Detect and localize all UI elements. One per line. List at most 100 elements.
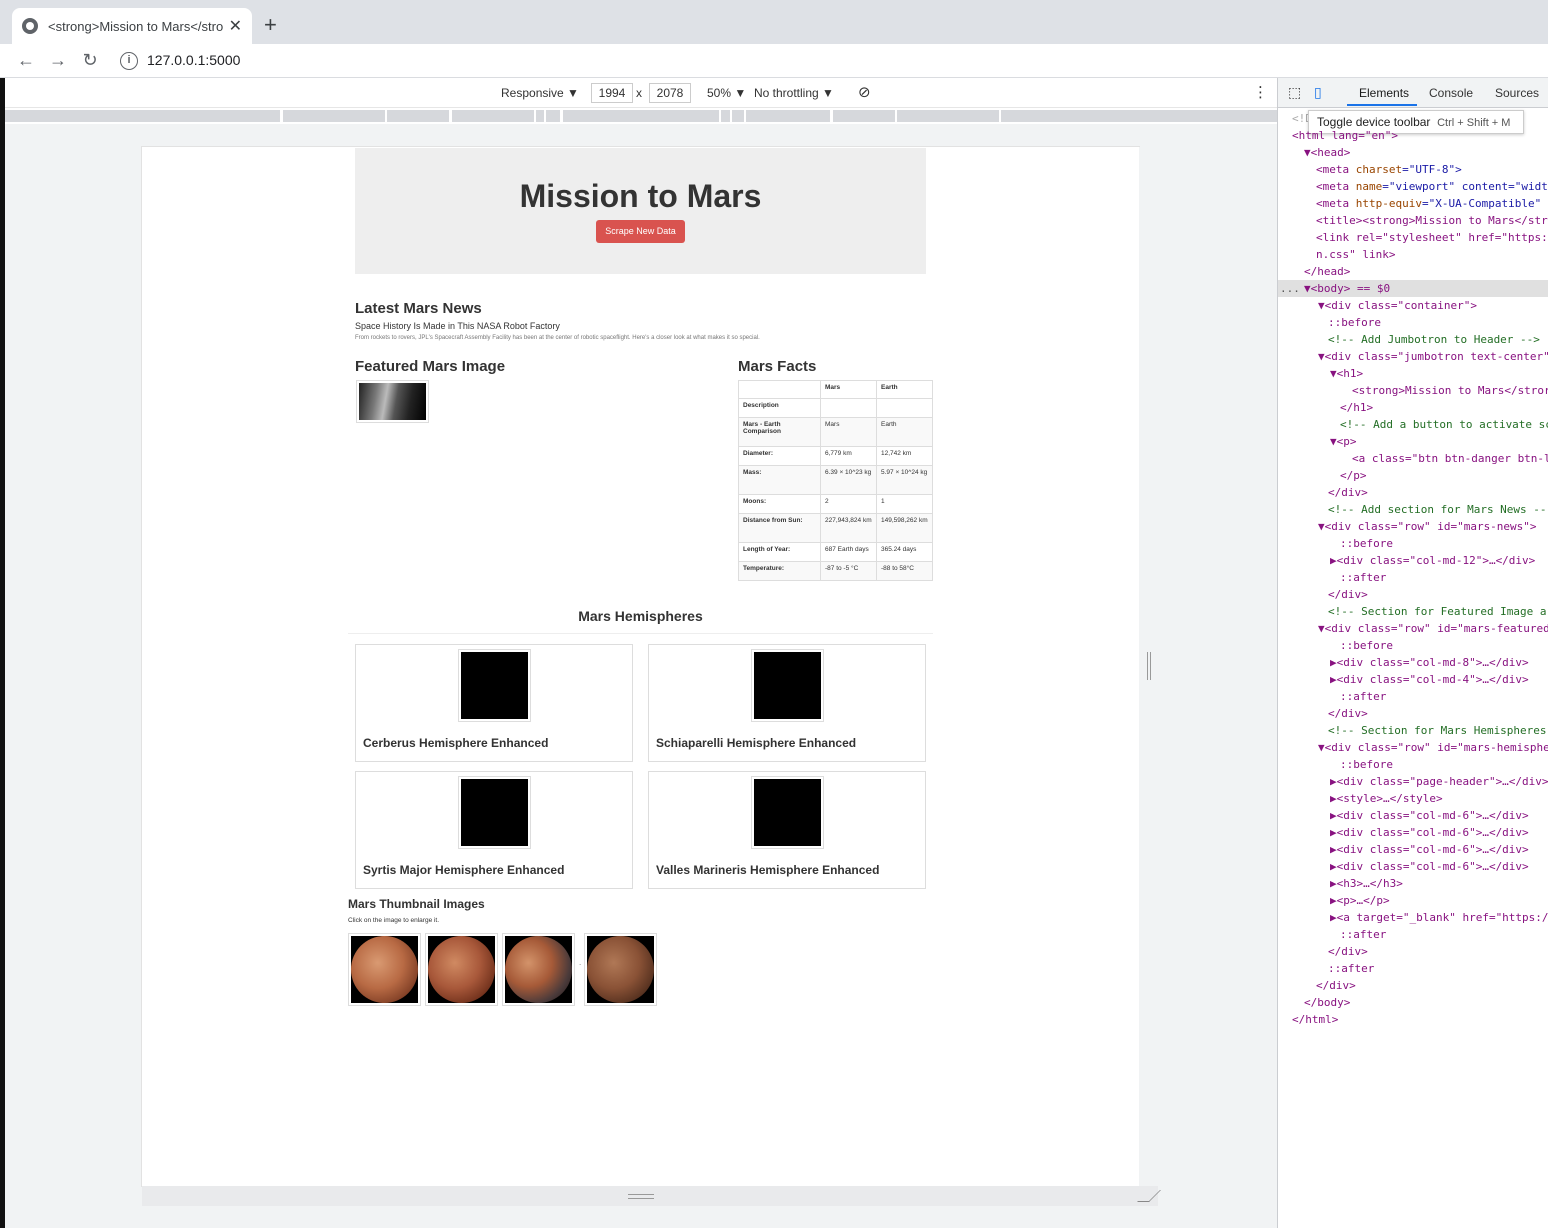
tab-elements[interactable]: Elements [1359,86,1409,100]
dom-line[interactable]: ▶<a target="_blank" href="https:/ [1278,909,1548,926]
device-toggle-icon[interactable]: ▯ [1314,84,1322,101]
dom-line[interactable]: ▼<div class="row" id="mars-featured [1278,620,1548,637]
hemisphere-card[interactable]: Schiaparelli Hemisphere Enhanced [648,644,926,762]
inspect-icon[interactable]: ⬚ [1288,84,1301,101]
hemisphere-caption: Schiaparelli Hemisphere Enhanced [656,736,857,750]
dom-line[interactable]: ▶<div class="col-md-6">…</div> [1278,858,1548,875]
dom-line[interactable]: ▶<div class="col-md-12">…</div> [1278,552,1548,569]
resize-handle-right[interactable] [1147,652,1151,680]
dom-line[interactable]: ▼<body> == $0 [1278,280,1548,297]
throttle-select[interactable]: No throttling ▼ [754,86,834,100]
height-input[interactable]: 2078 [649,83,691,103]
dom-line[interactable]: ▼<div class="jumbotron text-center" [1278,348,1548,365]
dom-line[interactable]: ▼<div class="container"> [1278,297,1548,314]
dom-line[interactable]: ▶<div class="col-md-6">…</div> [1278,824,1548,841]
hemisphere-card[interactable]: Syrtis Major Hemisphere Enhanced [355,771,633,889]
dom-line[interactable]: ▶<div class="col-md-6">…</div> [1278,841,1548,858]
more-options-icon[interactable]: ⋮ [1253,83,1268,101]
dom-line[interactable]: <a class="btn btn-danger btn-l [1278,450,1548,467]
dom-line[interactable]: ::before [1278,637,1548,654]
dom-line[interactable]: </p> [1278,467,1548,484]
dom-line[interactable]: </head> [1278,263,1548,280]
reload-icon[interactable]: ↻ [78,50,102,71]
width-input[interactable]: 1994 [591,83,633,103]
dom-line[interactable]: </h1> [1278,399,1548,416]
dom-line[interactable]: ▼<p> [1278,433,1548,450]
dom-line-text: </div> [1328,588,1368,601]
dom-line-part: <meta [1316,180,1356,193]
forward-icon[interactable]: → [46,50,70,71]
site-info-icon[interactable]: i [120,52,138,70]
dom-line[interactable]: ▶<div class="col-md-4">…</div> [1278,671,1548,688]
dom-line[interactable]: ▼<head> [1278,144,1548,161]
browser-tab[interactable]: <strong>Mission to Mars</strong> ✕ [12,8,252,44]
hemisphere-image[interactable] [751,649,824,722]
hemisphere-image[interactable] [458,776,531,849]
device-select[interactable]: Responsive ▼ [501,86,579,100]
zoom-select[interactable]: 50% ▼ [707,86,746,100]
dom-line[interactable]: <!-- Add Jumbotron to Header --> [1278,331,1548,348]
dom-line[interactable]: </html> [1278,1011,1548,1028]
dom-line[interactable]: ▶<p>…</p> [1278,892,1548,909]
resize-handle-bottom[interactable] [628,1194,654,1199]
dom-line-text: </div> [1328,707,1368,720]
dom-line[interactable]: <meta name="viewport" content="widt [1278,178,1548,195]
dom-line[interactable]: ▼<div class="row" id="mars-news"> [1278,518,1548,535]
hemisphere-card[interactable]: Valles Marineris Hemisphere Enhanced [648,771,926,889]
dom-line[interactable]: </div> [1278,943,1548,960]
facts-cell: 5.97 × 10^24 kg [876,465,933,495]
more-actions-icon[interactable]: ... [1278,280,1298,297]
hemisphere-image[interactable] [751,776,824,849]
hemisphere-image[interactable] [458,649,531,722]
tab-sources[interactable]: Sources [1495,86,1539,100]
dom-line[interactable]: </div> [1278,705,1548,722]
dom-line[interactable]: ▶<h3>…</h3> [1278,875,1548,892]
dom-line[interactable]: <html lang="en"> [1278,127,1548,144]
dom-line[interactable]: <!-- Add a button to activate sc [1278,416,1548,433]
dom-line[interactable]: ▶<div class="col-md-8">…</div> [1278,654,1548,671]
thumbnail-image[interactable] [348,933,421,1006]
dom-line-text: ::after [1340,690,1387,703]
dom-line[interactable]: </div> [1278,586,1548,603]
dom-line[interactable]: </div> [1278,977,1548,994]
thumbnail-image[interactable] [502,933,575,1006]
dom-line[interactable]: <meta charset="UTF-8"> [1278,161,1548,178]
new-tab-button[interactable]: + [264,12,277,38]
news-title: Space History Is Made in This NASA Robot… [355,321,560,331]
dom-line[interactable]: ▶<div class="page-header">…</div> [1278,773,1548,790]
hemisphere-card[interactable]: Cerberus Hemisphere Enhanced [355,644,633,762]
dom-line[interactable]: ▼<div class="row" id="mars-hemisphe [1278,739,1548,756]
featured-image[interactable] [356,380,429,423]
dom-line[interactable]: <link rel="stylesheet" href="https: [1278,229,1548,246]
dom-line[interactable]: <!-- Add section for Mars News -- [1278,501,1548,518]
dom-line[interactable]: ::before [1278,535,1548,552]
dom-line[interactable]: <!-- Section for Featured Image ar [1278,603,1548,620]
dom-line[interactable]: ::before [1278,314,1548,331]
thumbnail-image[interactable] [425,933,498,1006]
dom-line[interactable]: <title><strong>Mission to Mars</str [1278,212,1548,229]
dom-line[interactable]: </body> [1278,994,1548,1011]
scrape-button[interactable]: Scrape New Data [596,220,685,243]
dom-line-text: </p> [1340,469,1367,482]
dom-line[interactable]: ::after [1278,569,1548,586]
dom-line[interactable]: ▶<div class="col-md-6">…</div> [1278,807,1548,824]
dom-line[interactable]: ::after [1278,688,1548,705]
thumbnail-image[interactable] [584,933,657,1006]
dom-line[interactable]: n.css" link> [1278,246,1548,263]
url-bar[interactable]: 127.0.0.1:5000 [147,52,240,68]
divider [348,633,933,634]
dom-line[interactable]: <!-- Section for Mars Hemispheres [1278,722,1548,739]
dom-line[interactable]: <strong>Mission to Mars</stror [1278,382,1548,399]
dom-line[interactable]: ::before [1278,756,1548,773]
back-icon[interactable]: ← [14,50,38,71]
close-tab-icon[interactable]: ✕ [229,16,242,36]
dom-line[interactable]: ::after [1278,960,1548,977]
tab-console[interactable]: Console [1429,86,1473,100]
rotate-icon[interactable]: ⊘ [858,83,871,101]
dom-line[interactable]: <meta http-equiv="X-UA-Compatible" [1278,195,1548,212]
dom-line[interactable]: </div> [1278,484,1548,501]
dom-line[interactable]: ▼<h1> [1278,365,1548,382]
dom-line[interactable]: ▶<style>…</style> [1278,790,1548,807]
dom-line[interactable]: ::after [1278,926,1548,943]
media-query-bar[interactable] [5,108,1277,124]
